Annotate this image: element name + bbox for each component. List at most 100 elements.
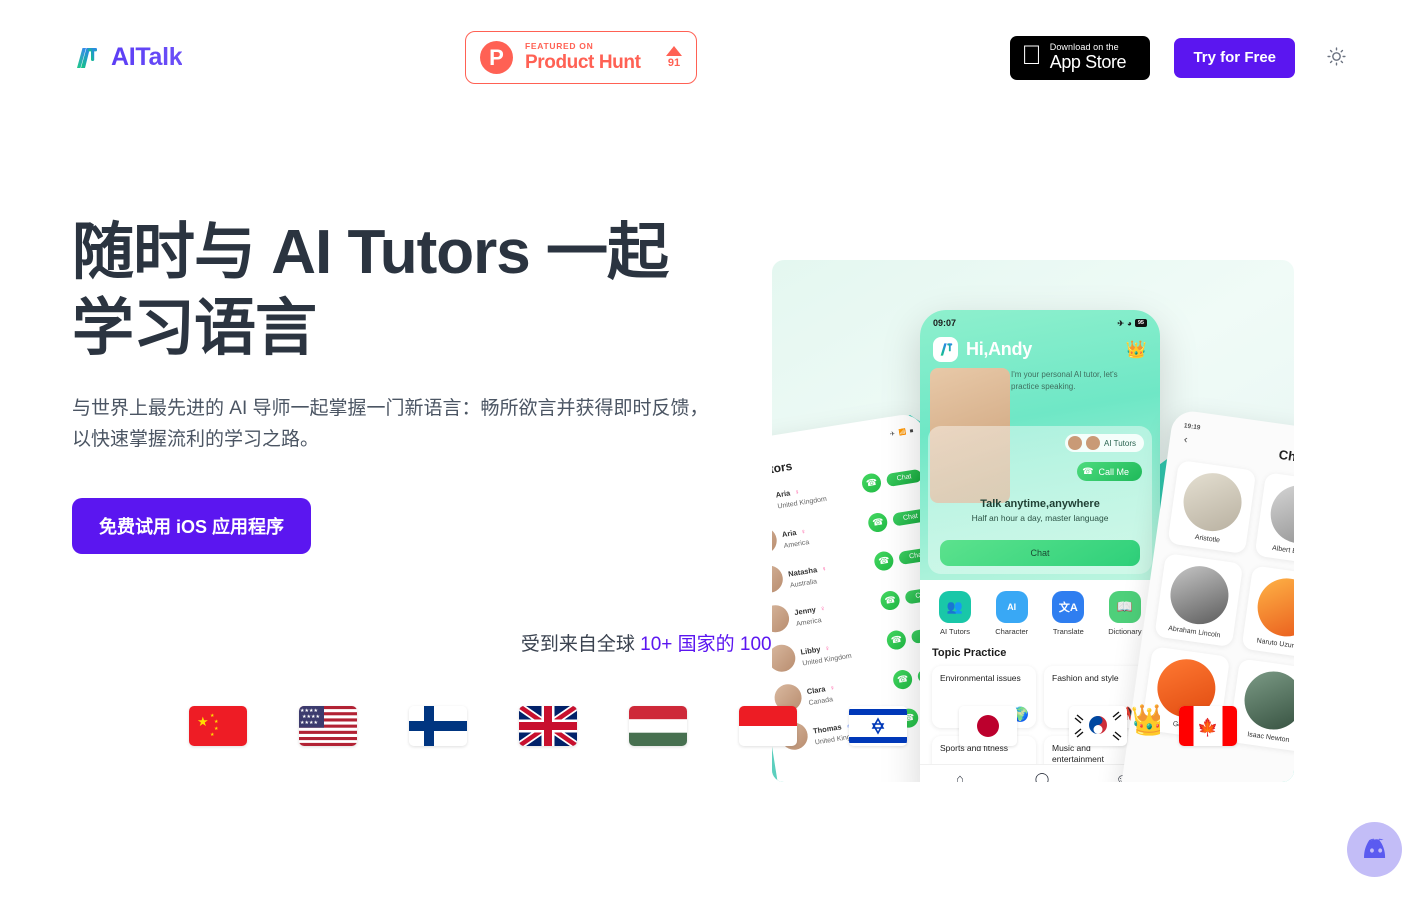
feature-label: Character — [995, 627, 1029, 636]
phone-call-icon[interactable]: ☎ — [879, 589, 902, 612]
svg-text:★★★★: ★★★★ — [300, 720, 318, 726]
character-card[interactable]: Abraham Lincoln — [1154, 553, 1244, 648]
indonesia-flag — [738, 705, 797, 746]
product-hunt-badge[interactable]: P FEATURED ON Product Hunt 91 — [465, 31, 697, 84]
feature-label: Dictionary — [1108, 627, 1142, 636]
character-name: Naruto Uzumaki — [1256, 637, 1294, 652]
wifi-icon: ◕ — [1127, 318, 1132, 328]
ai-tutors-icon: 👥 — [939, 591, 971, 623]
phone-call-icon[interactable]: ☎ — [891, 668, 914, 691]
feature-dictionary[interactable]: 📖 Dictionary — [1102, 591, 1148, 636]
svg-text:★: ★ — [214, 719, 219, 725]
app-store-button[interactable]:  Download on the App Store — [1010, 35, 1151, 80]
ai-tutors-pill[interactable]: AI Tutors — [1064, 434, 1144, 452]
svg-text:🍁: 🍁 — [1197, 717, 1218, 737]
gender-female-icon: ♀ — [819, 605, 827, 614]
avatar — [1179, 469, 1246, 535]
brand-logo[interactable]: AITalk — [72, 43, 183, 72]
topic-practice-title: Topic Practice — [932, 647, 1007, 659]
crown-badge-icon: 👑 — [1130, 704, 1160, 737]
china-flag: ★ ★ ★ ★ ★ — [188, 705, 247, 746]
gender-female-icon: ♀ — [824, 645, 831, 653]
finland-flag — [408, 705, 467, 746]
avatar — [1166, 562, 1233, 628]
app-store-big-label: App Store — [1029, 52, 1127, 72]
battery-level: 95 — [1134, 319, 1147, 327]
tutor-name: Aria — [781, 527, 798, 539]
brand-name: AITalk — [111, 43, 183, 71]
phone-home-header: 09:07 ✈ ◕ 95 Hi,Andy 👑 I'm your personal… — [920, 310, 1160, 580]
call-me-button[interactable]: ☎ Call Me — [1077, 462, 1142, 481]
tutor-name: Libby — [799, 644, 822, 657]
upvote-count: 91 — [667, 57, 681, 69]
character-name: Albert Einstein — [1271, 544, 1294, 559]
character-card[interactable]: Aristotle — [1167, 460, 1257, 555]
talk-subheading: Half an hour a day, master language — [971, 513, 1109, 523]
hero-subtitle: 与世界上最先进的 AI 导师一起掌握一门新语言：畅所欲言并获得即时反馈，以快速掌… — [72, 398, 709, 451]
tutor-name: Natasha — [787, 564, 818, 579]
feature-translate[interactable]: 文A Translate — [1045, 591, 1091, 636]
app-logo-icon — [933, 337, 958, 362]
product-hunt-featured-label: FEATURED ON — [525, 41, 594, 52]
israel-flag — [848, 705, 907, 746]
avatar — [1240, 667, 1294, 734]
translate-icon: 文A — [1052, 591, 1085, 623]
caret-up-icon — [666, 46, 682, 56]
character-name: Aristotle — [1194, 533, 1221, 545]
phone-call-icon[interactable]: ☎ — [867, 511, 889, 533]
sun-icon — [1326, 46, 1347, 70]
canada-flag: 🍁 — [1178, 705, 1237, 746]
feature-character[interactable]: AI Character — [989, 591, 1035, 636]
chat-button[interactable]: Chat — [940, 540, 1140, 566]
trust-prefix: 受到来自全球 — [520, 633, 641, 655]
avatar — [1266, 481, 1294, 548]
character-card[interactable]: Albert Einstein — [1254, 472, 1294, 567]
talk-heading: Talk anytime,anywhere — [980, 498, 1100, 510]
tutor-chat-button[interactable]: Chat — [885, 468, 923, 487]
product-hunt-icon: P — [480, 41, 513, 74]
home-hero-card: AI Tutors ☎ Call Me Talk anytime,anywher… — [928, 426, 1152, 574]
greeting-text: Hi,Andy — [966, 339, 1032, 359]
phone-call-icon[interactable]: ☎ — [860, 471, 883, 494]
phone-call-icon[interactable]: ☎ — [885, 629, 908, 651]
theme-toggle-button[interactable] — [1319, 41, 1353, 75]
nav-item-home[interactable]: ⌂ Home — [951, 770, 968, 782]
phone-call-icon[interactable]: ☎ — [873, 550, 895, 573]
svg-text:★: ★ — [197, 714, 209, 729]
avatar — [1085, 436, 1100, 450]
avatar — [772, 603, 792, 635]
try-for-free-button[interactable]: Try for Free — [1174, 37, 1295, 78]
feature-ai-tutors[interactable]: 👥 AI Tutors — [932, 591, 978, 636]
feature-shortcuts: 👥 AI Tutors AI Character 文A Translate 📖 … — [932, 591, 1148, 636]
product-hunt-upvote[interactable]: 91 — [666, 46, 682, 69]
product-hunt-name: Product Hunt — [525, 51, 641, 73]
avatar — [1067, 436, 1082, 450]
gender-female-icon: ♀ — [800, 528, 807, 536]
home-icon: ⌂ — [955, 770, 964, 782]
tutor-name: Clara — [806, 684, 827, 696]
character-name: Isaac Newton — [1246, 731, 1290, 745]
character-card[interactable]: Naruto Uzumaki — [1241, 565, 1294, 660]
topic-label: Environmental issues — [940, 673, 1021, 683]
trust-countries-count: 10+ — [640, 633, 673, 655]
avatar — [1253, 574, 1294, 641]
feature-label: AI Tutors — [939, 627, 970, 636]
hero-cta-button[interactable]: 免费试用 iOS 应用程序 — [72, 497, 312, 554]
nav-item-explore[interactable]: ◯ Explore — [1031, 770, 1053, 782]
phone-call-icon: ☎ — [1082, 466, 1094, 476]
avatar — [772, 524, 779, 556]
japan-flag — [958, 705, 1017, 746]
gender-female-icon: ♀ — [829, 684, 836, 693]
hungary-flag — [628, 705, 687, 746]
avatar — [772, 642, 798, 674]
discord-chat-button[interactable] — [1347, 822, 1402, 877]
character-card[interactable]: Isaac Newton — [1228, 658, 1294, 753]
compass-icon: ◯ — [1034, 770, 1050, 782]
country-flags: ★ ★ ★ ★ ★ ★★★★ ★★★★ ★★★★ 🍁 — [0, 705, 1425, 746]
ai-tutors-label: AI Tutors — [1103, 438, 1136, 448]
call-me-label: Call Me — [1098, 466, 1129, 477]
site-header: AITalk P FEATURED ON Product Hunt 91  D… — [0, 0, 1425, 115]
feature-label: Translate — [1052, 627, 1084, 636]
tutor-intro-text: I'm your personal AI tutor, let's practi… — [1011, 370, 1118, 391]
gender-female-icon: ♀ — [820, 565, 828, 573]
